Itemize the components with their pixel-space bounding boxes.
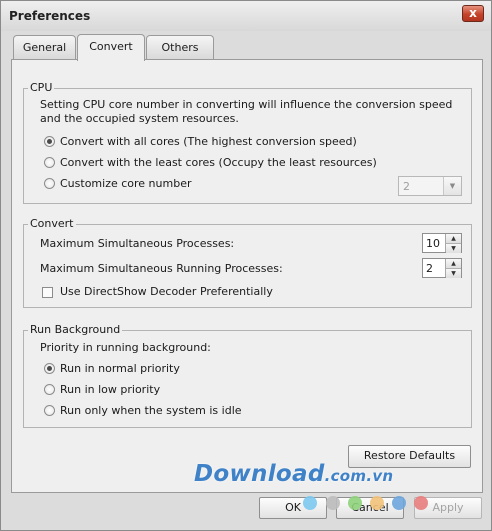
- close-button[interactable]: x: [462, 5, 484, 22]
- core-number-value: 2: [403, 180, 410, 193]
- convert-group: Convert Maximum Simultaneous Processes: …: [23, 217, 472, 308]
- ok-button[interactable]: OK: [259, 497, 327, 519]
- stepper-down-icon[interactable]: ▼: [446, 244, 461, 253]
- radio-all-cores[interactable]: [44, 136, 55, 147]
- core-number-select[interactable]: 2 ▼: [398, 176, 462, 196]
- stepper-buttons: ▲ ▼: [445, 259, 461, 278]
- convert-tab-panel: CPU Setting CPU core number in convertin…: [11, 59, 483, 493]
- watermark-dot: [326, 496, 340, 510]
- cpu-group: CPU Setting CPU core number in convertin…: [23, 81, 472, 204]
- watermark-dot: [414, 496, 428, 510]
- watermark-dot: [303, 496, 317, 510]
- directshow-label[interactable]: Use DirectShow Decoder Preferentially: [60, 285, 273, 299]
- watermark-dot: [370, 496, 384, 510]
- chevron-down-icon[interactable]: ▼: [443, 177, 461, 195]
- preferences-window: Preferences x General Convert Others CPU…: [0, 0, 492, 531]
- watermark-dot: [348, 496, 362, 510]
- stepper-down-icon[interactable]: ▼: [446, 269, 461, 278]
- window-title: Preferences: [9, 9, 91, 23]
- radio-customize-cores-label[interactable]: Customize core number: [60, 177, 192, 191]
- radio-low-priority-label[interactable]: Run in low priority: [60, 383, 160, 397]
- tab-label: Others: [161, 41, 199, 54]
- watermark-tld: .com.vn: [324, 467, 394, 485]
- radio-idle-priority[interactable]: [44, 405, 55, 416]
- stepper-up-icon[interactable]: ▲: [446, 234, 461, 244]
- watermark-brand: Download: [194, 461, 325, 487]
- radio-least-cores[interactable]: [44, 157, 55, 168]
- radio-all-cores-label[interactable]: Convert with all cores (The highest conv…: [60, 135, 357, 149]
- radio-customize-cores[interactable]: [44, 178, 55, 189]
- watermark-dot: [392, 496, 406, 510]
- max-running-stepper[interactable]: 2 ▲ ▼: [422, 258, 462, 278]
- max-running-value[interactable]: 2: [426, 262, 433, 275]
- tab-general[interactable]: General: [13, 35, 76, 59]
- max-processes-label: Maximum Simultaneous Processes:: [40, 237, 235, 250]
- tab-label: General: [22, 41, 67, 54]
- tab-label: Convert: [89, 40, 133, 53]
- radio-least-cores-label[interactable]: Convert with the least cores (Occupy the…: [60, 156, 377, 170]
- radio-low-priority[interactable]: [44, 384, 55, 395]
- stepper-buttons: ▲ ▼: [445, 234, 461, 253]
- tab-others[interactable]: Others: [146, 35, 214, 59]
- radio-normal-priority-label[interactable]: Run in normal priority: [60, 362, 180, 376]
- max-processes-stepper[interactable]: 10 ▲ ▼: [422, 233, 462, 253]
- radio-normal-priority[interactable]: [44, 363, 55, 374]
- cpu-description: Setting CPU core number in converting wi…: [40, 98, 453, 125]
- radio-idle-priority-label[interactable]: Run only when the system is idle: [60, 404, 242, 418]
- convert-group-legend: Convert: [28, 217, 76, 230]
- watermark-logo: Download.com.vn: [194, 461, 393, 487]
- priority-label: Priority in running background:: [40, 341, 211, 354]
- max-processes-value[interactable]: 10: [426, 237, 440, 250]
- max-running-label: Maximum Simultaneous Running Processes:: [40, 262, 283, 275]
- run-background-legend: Run Background: [28, 323, 123, 336]
- run-background-group: Run Background Priority in running backg…: [23, 323, 472, 428]
- cpu-group-legend: CPU: [28, 81, 55, 94]
- stepper-up-icon[interactable]: ▲: [446, 259, 461, 269]
- tab-convert[interactable]: Convert: [77, 34, 145, 61]
- title-bar[interactable]: Preferences x: [1, 1, 491, 31]
- directshow-checkbox[interactable]: [42, 287, 53, 298]
